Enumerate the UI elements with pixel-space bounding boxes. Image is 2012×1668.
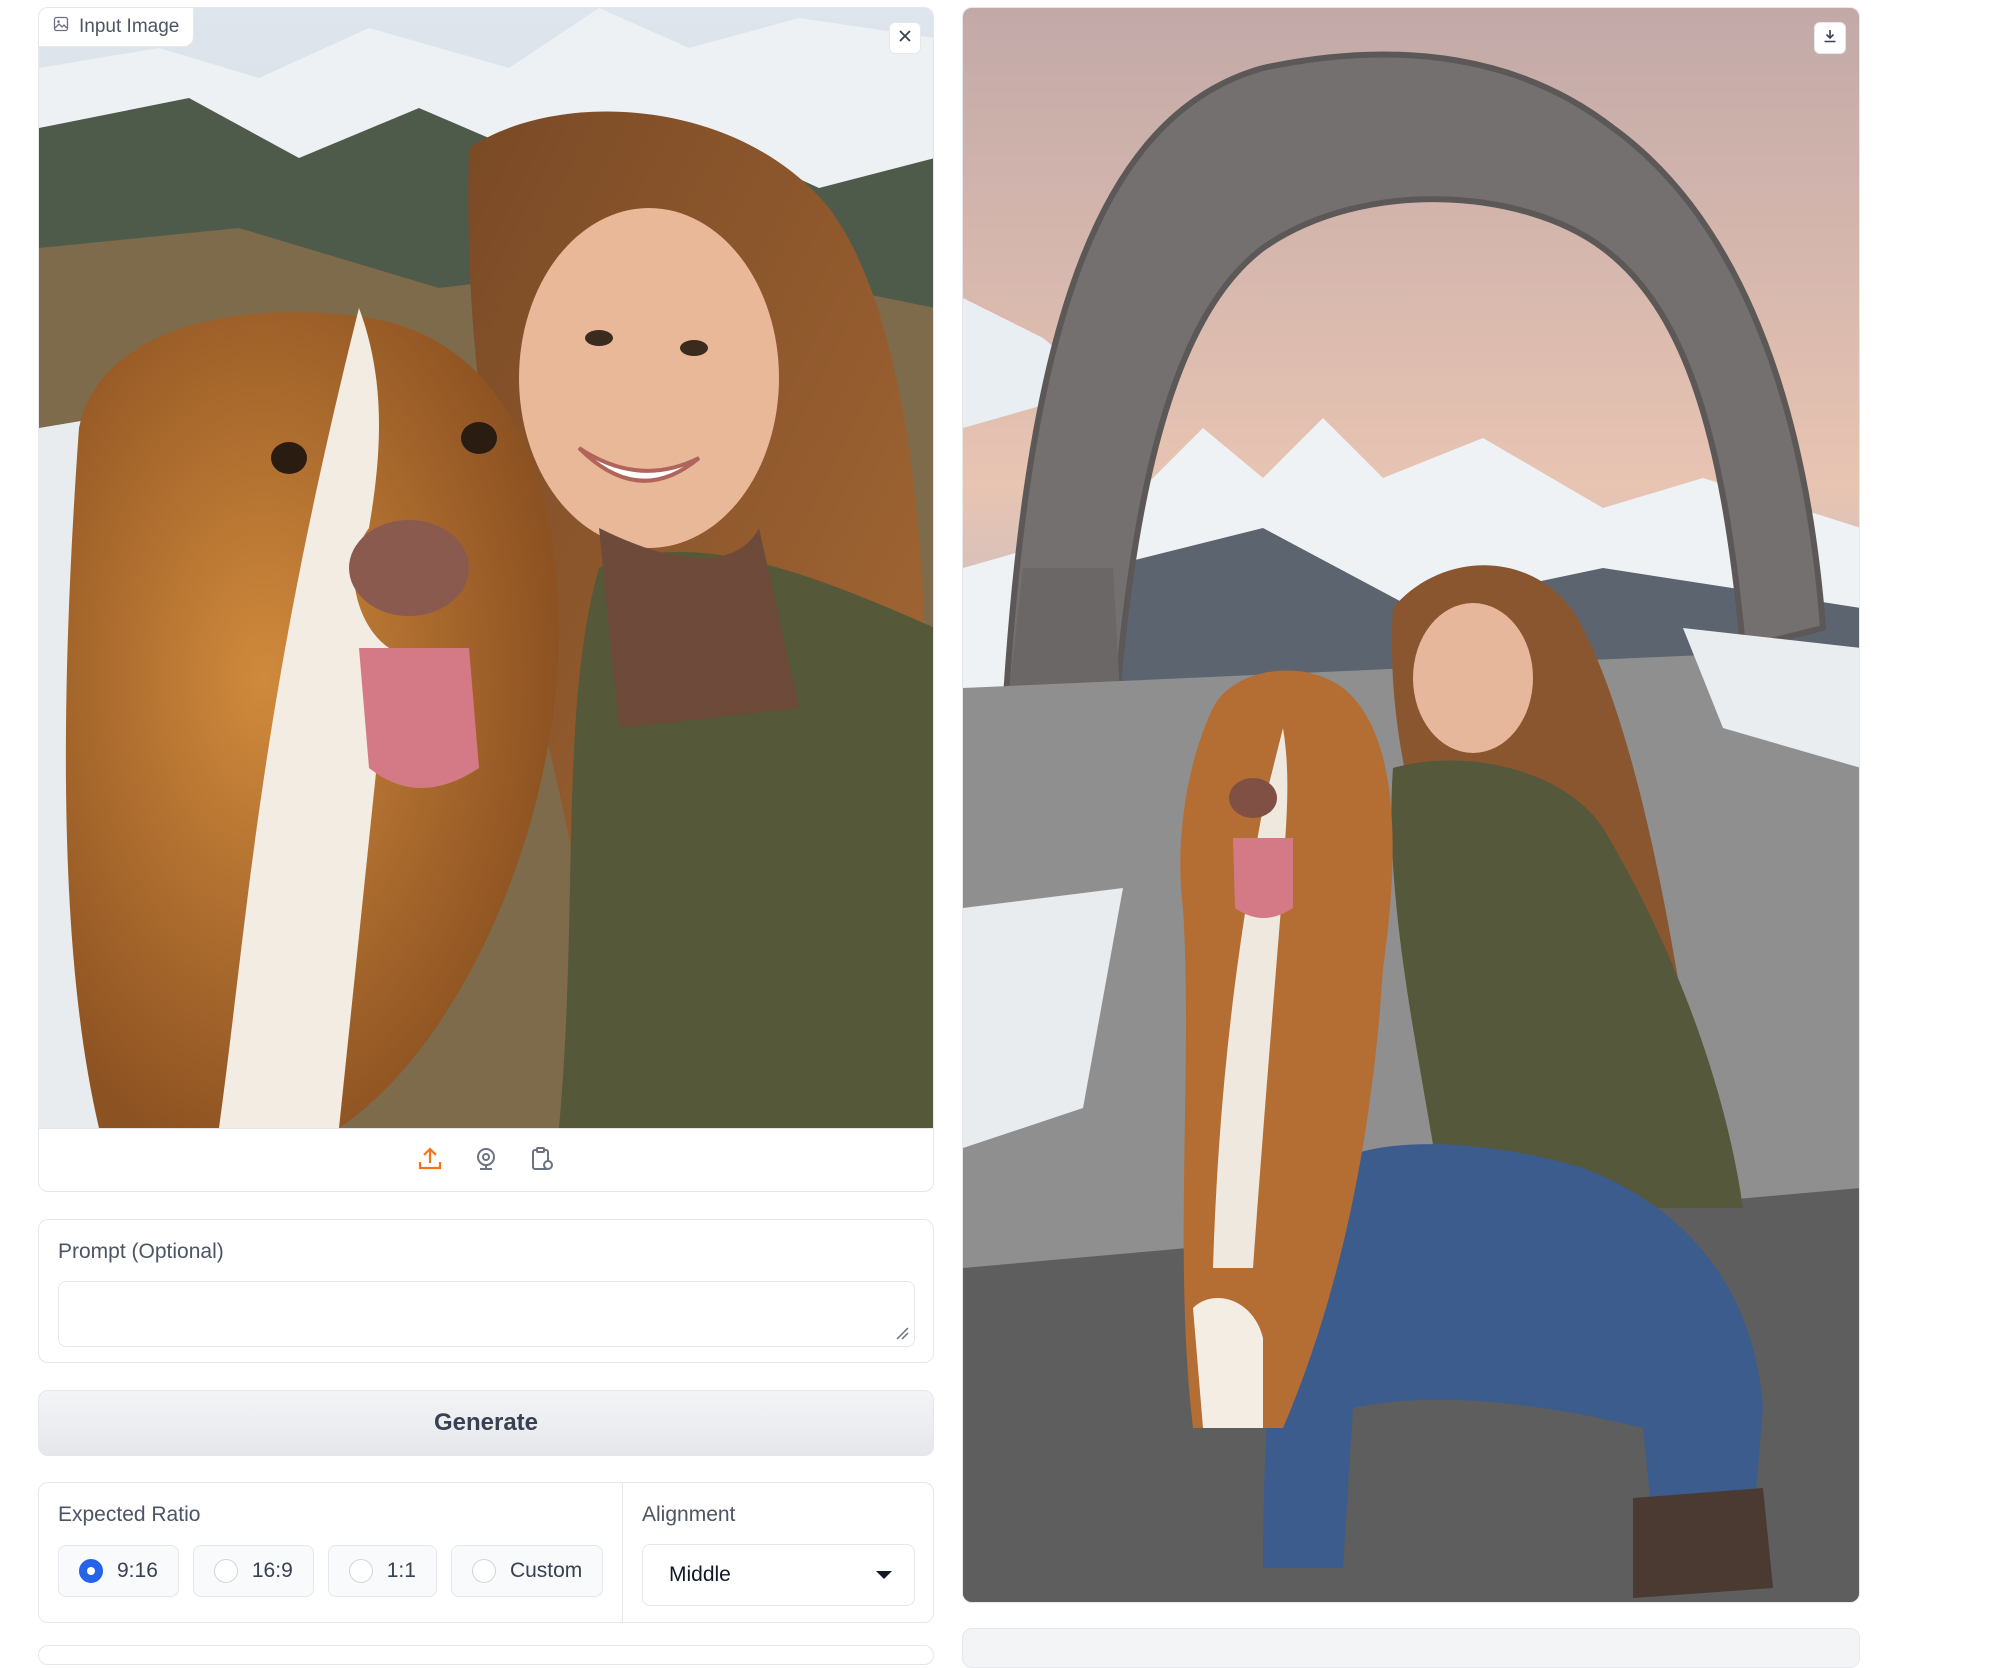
ratio-option-label: Custom <box>509 1559 583 1582</box>
webcam-icon <box>473 1146 499 1177</box>
output-image[interactable] <box>963 8 1859 1602</box>
image-source-toolbar <box>39 1128 933 1191</box>
next-panel-edge <box>38 1645 934 1665</box>
input-photo-illustration <box>39 8 933 1128</box>
options-divider <box>622 1483 623 1622</box>
generate-button[interactable]: Generate <box>38 1390 934 1456</box>
webcam-source-button[interactable] <box>470 1146 502 1178</box>
input-image-panel: Input Image <box>38 7 934 1192</box>
prompt-input[interactable] <box>58 1281 915 1347</box>
upload-icon <box>417 1146 443 1177</box>
radio-unchecked-icon[interactable] <box>213 1559 238 1583</box>
alignment-label: Alignment <box>642 1503 736 1526</box>
download-icon <box>1823 29 1837 48</box>
download-button[interactable] <box>1814 22 1846 54</box>
expected-ratio-radio-group: 9:16 16:9 1:1 Custom <box>58 1545 604 1597</box>
prompt-panel: Prompt (Optional) <box>38 1219 934 1363</box>
input-image-label: Input Image <box>79 16 180 37</box>
ratio-option-1-1[interactable]: 1:1 <box>327 1545 437 1597</box>
ratio-option-label: 9:16 <box>117 1559 158 1582</box>
alignment-dropdown[interactable]: Middle <box>642 1544 915 1606</box>
ratio-option-label: 1:1 <box>386 1559 416 1582</box>
chevron-down-icon <box>876 1571 892 1579</box>
clear-image-button[interactable] <box>889 22 921 54</box>
ratio-option-16-9[interactable]: 16:9 <box>192 1545 314 1597</box>
ratio-option-9-16[interactable]: 9:16 <box>58 1545 179 1597</box>
clipboard-icon <box>529 1146 555 1177</box>
ratio-option-label: 16:9 <box>251 1559 293 1582</box>
radio-unchecked-icon[interactable] <box>471 1559 496 1583</box>
resize-handle-icon[interactable] <box>895 1326 909 1340</box>
clipboard-source-button[interactable] <box>526 1146 558 1178</box>
output-image-panel <box>962 7 1860 1603</box>
radio-checked-icon[interactable] <box>79 1559 103 1583</box>
upload-source-button[interactable] <box>414 1146 446 1178</box>
alignment-selected-value: Middle <box>669 1563 731 1586</box>
input-image[interactable] <box>39 8 933 1128</box>
input-image-label-tag: Input Image <box>39 8 195 47</box>
prompt-label: Prompt (Optional) <box>58 1240 224 1263</box>
output-photo-illustration <box>963 8 1859 1602</box>
ratio-option-custom[interactable]: Custom <box>450 1545 604 1597</box>
close-icon <box>898 29 912 48</box>
generation-options-panel: Expected Ratio 9:16 16:9 1:1 Custom Alig… <box>38 1482 934 1623</box>
next-output-panel-edge <box>962 1628 1860 1668</box>
radio-unchecked-icon[interactable] <box>348 1559 373 1583</box>
expected-ratio-label: Expected Ratio <box>58 1503 201 1526</box>
image-icon <box>53 16 69 38</box>
